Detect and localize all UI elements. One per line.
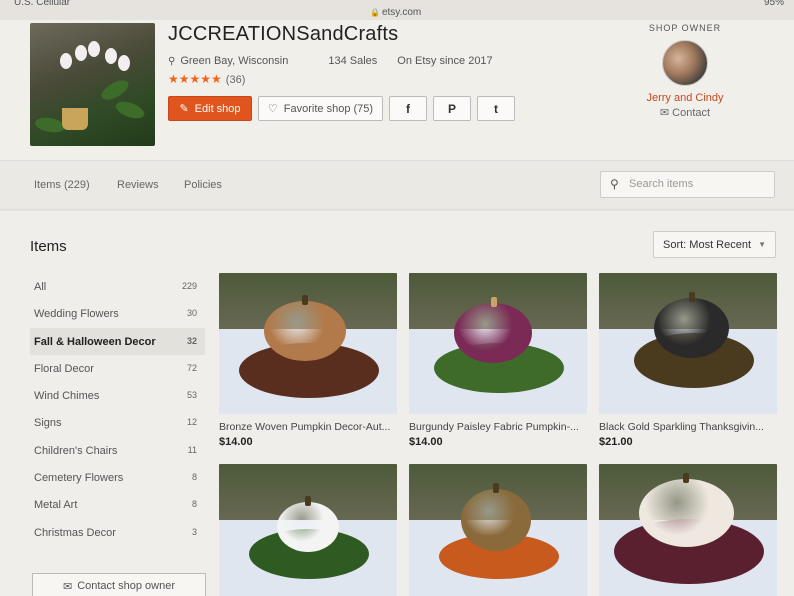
address-bar[interactable]: 🔒 etsy.com	[370, 7, 421, 18]
shop-name: JCCREATIONSandCrafts	[168, 23, 399, 45]
category-item[interactable]: Signs 12	[30, 409, 205, 436]
twitter-share-button[interactable]: t	[477, 96, 515, 121]
shop-owner-title: SHOP OWNER	[648, 23, 722, 33]
owner-contact-link[interactable]: ✉ Contact	[640, 106, 730, 119]
shop-actions: ✎ Edit shop ♡ Favorite shop (75) f P t	[168, 96, 515, 121]
listing-title[interactable]: Burgundy Paisley Fabric Pumpkin-...	[409, 421, 587, 433]
listing-title[interactable]: Bronze Woven Pumpkin Decor-Aut...	[219, 421, 397, 433]
message-icon: ✉	[62, 580, 73, 593]
message-icon: ✉	[659, 107, 670, 119]
category-item[interactable]: Children's Chairs 11	[30, 437, 205, 464]
search-placeholder: Search items	[629, 178, 694, 190]
category-sidebar: All 229 Wedding Flowers 30 Fall & Hallowee…	[30, 273, 205, 546]
edit-shop-button[interactable]: ✎ Edit shop	[168, 96, 252, 121]
carrier-label: U.S. Cellular	[14, 0, 71, 8]
listing-image[interactable]	[409, 464, 587, 596]
listing-card[interactable]: Black Gold Sparkling Thanksgivin... $21.…	[599, 273, 777, 448]
listing-image[interactable]	[599, 273, 777, 414]
tab-policies[interactable]: Policies	[184, 179, 222, 191]
shop-header: JCCREATIONSandCrafts ⚲ Green Bay, Wiscons…	[0, 20, 794, 160]
lock-icon: 🔒	[370, 8, 380, 17]
listing-price: $14.00	[219, 436, 253, 448]
contact-shop-owner-button[interactable]: ✉ Contact shop owner	[32, 573, 206, 596]
shop-owner-panel: SHOP OWNER Jerry and Cindy ✉ Contact	[640, 23, 730, 119]
pinterest-share-button[interactable]: P	[433, 96, 471, 121]
listing-card[interactable]	[219, 464, 397, 596]
facebook-share-button[interactable]: f	[389, 96, 427, 121]
favorite-shop-button[interactable]: ♡ Favorite shop (75)	[258, 96, 383, 121]
pumpkin-image	[461, 489, 531, 551]
listing-image[interactable]	[409, 273, 587, 414]
heart-icon: ♡	[267, 103, 278, 115]
pumpkin-image	[639, 479, 734, 547]
sort-label: Sort: Most Recent	[663, 239, 752, 251]
category-item[interactable]: Wind Chimes 53	[30, 382, 205, 409]
listing-card[interactable]	[409, 464, 587, 596]
listing-card[interactable]: Bronze Woven Pumpkin Decor-Aut... $14.00	[219, 273, 397, 448]
tab-reviews[interactable]: Reviews	[117, 179, 159, 191]
star-rating-icon: ★★★★★	[168, 72, 222, 86]
pencil-icon: ✎	[179, 103, 189, 115]
pumpkin-image	[277, 502, 339, 552]
shop-location: Green Bay, Wisconsin	[180, 55, 289, 67]
facebook-icon: f	[406, 101, 410, 116]
main-content: Items Sort: Most Recent ▼ All 229 Wedding…	[0, 211, 794, 596]
listing-card[interactable]: Burgundy Paisley Fabric Pumpkin-... $14.…	[409, 273, 587, 448]
owner-name-link[interactable]: Jerry and Cindy	[640, 92, 730, 104]
avatar[interactable]	[662, 40, 708, 86]
tab-items[interactable]: Items (229)	[34, 179, 90, 191]
shop-meta: ⚲ Green Bay, Wisconsin 134 Sales On Etsy …	[168, 55, 513, 67]
shop-rating[interactable]: ★★★★★ (36)	[168, 72, 245, 86]
shop-sales: 134 Sales	[328, 55, 378, 67]
category-item[interactable]: All 229	[30, 273, 205, 300]
category-item[interactable]: Metal Art 8	[30, 491, 205, 518]
pumpkin-image	[264, 301, 346, 361]
twitter-icon: t	[494, 101, 498, 116]
listing-image[interactable]	[219, 273, 397, 414]
category-item-selected[interactable]: Fall & Halloween Decor 32	[30, 327, 205, 355]
items-heading: Items	[30, 238, 67, 255]
search-icon: ⚲	[610, 177, 619, 191]
category-item[interactable]: Christmas Decor 3	[30, 519, 205, 546]
pumpkin-image	[454, 303, 532, 363]
location-pin-icon: ⚲	[168, 56, 176, 67]
listing-image[interactable]	[599, 464, 777, 596]
category-item[interactable]: Wedding Flowers 30	[30, 300, 205, 327]
shop-tabs: Items (229) Reviews Policies ⚲ Search it…	[0, 160, 794, 210]
shop-banner-image	[30, 23, 155, 146]
status-bar: U.S. Cellular 🔒 etsy.com 95%	[0, 0, 794, 20]
battery-indicator: 95%	[763, 0, 784, 8]
shop-since: On Etsy since 2017	[397, 55, 493, 67]
search-input[interactable]: ⚲ Search items	[600, 171, 775, 198]
review-count: (36)	[225, 74, 246, 86]
listing-card[interactable]	[599, 464, 777, 596]
category-item[interactable]: Floral Decor 72	[30, 355, 205, 382]
category-item[interactable]: Cemetery Flowers 8	[30, 464, 205, 491]
chevron-down-icon: ▼	[758, 240, 766, 249]
listing-price: $14.00	[409, 436, 443, 448]
pumpkin-image	[654, 298, 729, 358]
url-text: etsy.com	[381, 7, 422, 18]
listing-image[interactable]	[219, 464, 397, 596]
listing-title[interactable]: Black Gold Sparkling Thanksgivin...	[599, 421, 777, 433]
sort-dropdown[interactable]: Sort: Most Recent ▼	[653, 231, 776, 258]
listing-price: $21.00	[599, 436, 633, 448]
pinterest-icon: P	[447, 101, 456, 116]
